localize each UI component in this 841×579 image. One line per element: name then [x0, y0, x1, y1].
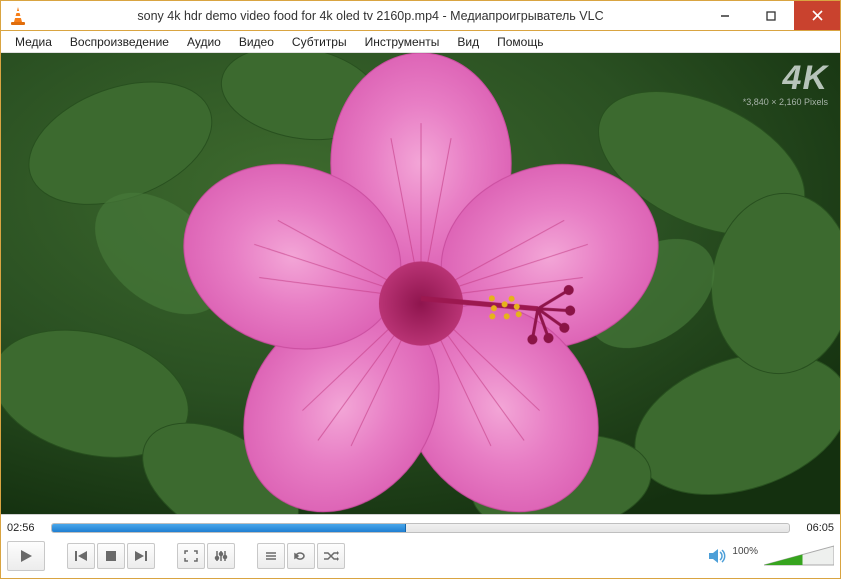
- fullscreen-icon: [184, 550, 198, 562]
- seek-bar[interactable]: [51, 523, 790, 533]
- vlc-cone-icon: [7, 5, 29, 27]
- playlist-icon: [264, 550, 278, 562]
- next-button[interactable]: [127, 543, 155, 569]
- menubar: Медиа Воспроизведение Аудио Видео Субтит…: [1, 31, 840, 53]
- window-title: sony 4k hdr demo video food for 4k oled …: [29, 9, 702, 23]
- extended-settings-button[interactable]: [207, 543, 235, 569]
- play-icon: [19, 549, 33, 563]
- close-button[interactable]: [794, 1, 840, 30]
- overlay-4k: 4K *3,840 × 2,160 Pixels: [743, 61, 828, 107]
- stop-icon: [105, 550, 117, 562]
- menu-media[interactable]: Медиа: [7, 33, 60, 51]
- shuffle-icon: [323, 550, 339, 562]
- menu-tools[interactable]: Инструменты: [357, 33, 448, 51]
- volume-label: 100%: [732, 546, 758, 557]
- overlay-resolution: *3,840 × 2,160 Pixels: [743, 97, 828, 107]
- maximize-button[interactable]: [748, 1, 794, 30]
- play-button[interactable]: [7, 541, 45, 571]
- titlebar: sony 4k hdr demo video food for 4k oled …: [1, 1, 840, 31]
- seek-fill: [52, 524, 406, 532]
- time-total[interactable]: 06:05: [798, 522, 834, 534]
- menu-playback[interactable]: Воспроизведение: [62, 33, 177, 51]
- loop-icon: [293, 550, 309, 562]
- loop-button[interactable]: [287, 543, 315, 569]
- controls-panel: 02:56 06:05: [1, 514, 840, 578]
- minimize-button[interactable]: [702, 1, 748, 30]
- time-elapsed[interactable]: 02:56: [7, 522, 43, 534]
- stop-button[interactable]: [97, 543, 125, 569]
- fullscreen-button[interactable]: [177, 543, 205, 569]
- skip-next-icon: [134, 550, 148, 562]
- previous-button[interactable]: [67, 543, 95, 569]
- shuffle-button[interactable]: [317, 543, 345, 569]
- equalizer-icon: [214, 550, 228, 562]
- playlist-button[interactable]: [257, 543, 285, 569]
- video-frame-image: [1, 53, 840, 514]
- menu-video[interactable]: Видео: [231, 33, 282, 51]
- volume-icon[interactable]: [708, 548, 726, 564]
- volume-slider[interactable]: [764, 545, 834, 567]
- video-area[interactable]: 4K *3,840 × 2,160 Pixels: [1, 53, 840, 514]
- skip-previous-icon: [74, 550, 88, 562]
- menu-subtitles[interactable]: Субтитры: [284, 33, 355, 51]
- menu-view[interactable]: Вид: [449, 33, 487, 51]
- menu-audio[interactable]: Аудио: [179, 33, 229, 51]
- menu-help[interactable]: Помощь: [489, 33, 551, 51]
- overlay-4k-badge: 4K: [743, 61, 828, 95]
- window-buttons: [702, 1, 840, 30]
- speaker-icon: [708, 548, 726, 564]
